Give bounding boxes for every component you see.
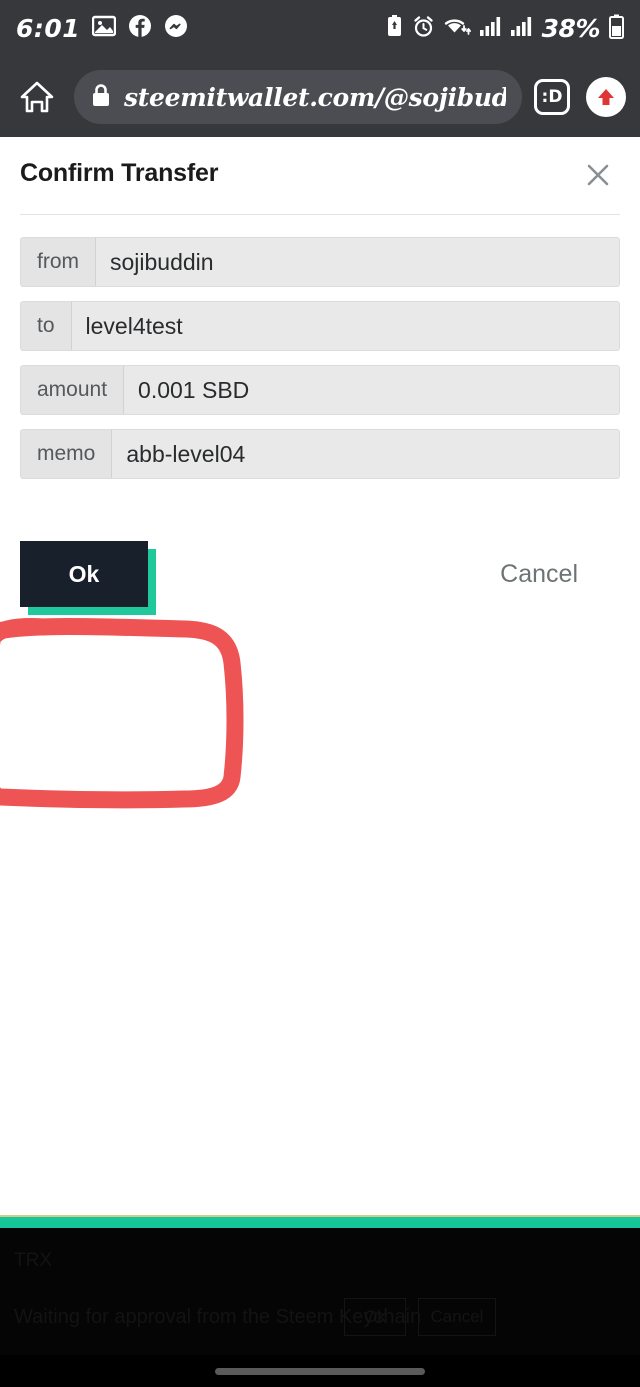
- field-value-from: sojibuddin: [110, 248, 214, 275]
- signal-2-icon: [510, 16, 533, 42]
- browser-toolbar: steemitwallet.com/@sojibuddi :D: [0, 57, 640, 137]
- status-time: 6:01: [16, 14, 81, 43]
- field-value-memo: abb-level04: [126, 440, 246, 467]
- home-icon[interactable]: [14, 80, 60, 114]
- alarm-icon: [412, 15, 435, 43]
- ok-button[interactable]: Ok: [20, 541, 148, 607]
- navigation-bar: [0, 1355, 640, 1387]
- field-label-memo: memo: [21, 430, 113, 478]
- signal-1-icon: [479, 16, 502, 42]
- lock-icon: [90, 82, 112, 113]
- dialog-header: Confirm Transfer: [0, 137, 640, 188]
- accent-bar: [0, 1215, 640, 1228]
- status-bar-right: 38%: [386, 14, 624, 44]
- field-row-from: from sojibuddin: [20, 237, 620, 287]
- transfer-fields: from sojibuddin to level4test amount 0.0…: [0, 215, 640, 479]
- upload-arrow-icon[interactable]: [586, 77, 626, 117]
- field-label-from: from: [21, 238, 96, 286]
- field-value-amount: 0.001 SBD: [138, 376, 250, 403]
- close-icon[interactable]: [578, 155, 618, 195]
- tab-counter-button[interactable]: :D: [534, 79, 570, 115]
- red-annotation-rectangle: [0, 618, 244, 809]
- gesture-pill[interactable]: [215, 1367, 425, 1375]
- tab-counter-label: :D: [541, 87, 563, 107]
- page-content: Confirm Transfer from sojibuddin to leve…: [0, 137, 640, 1217]
- field-label-amount: amount: [21, 366, 125, 414]
- footer-label: TRX: [14, 1250, 52, 1271]
- footer-cancel-button[interactable]: Cancel: [418, 1298, 496, 1336]
- footer-ok-button[interactable]: Ok: [344, 1298, 406, 1336]
- field-row-memo: memo abb-level04: [20, 429, 620, 479]
- photo-icon: [91, 15, 117, 42]
- url-text: steemitwallet.com/@sojibuddi: [124, 82, 506, 112]
- facebook-icon: [128, 14, 152, 43]
- field-label-to: to: [21, 302, 72, 350]
- status-bar: 6:01 38%: [0, 0, 640, 57]
- cancel-button[interactable]: Cancel: [500, 560, 578, 589]
- field-row-to: to level4test: [20, 301, 620, 351]
- messenger-icon: [164, 14, 188, 43]
- field-value-to: level4test: [85, 312, 183, 339]
- battery-percent-label: 38%: [541, 14, 601, 43]
- phone-screen: 6:01 38% steemitwallet.com/@sojibuddi:D…: [0, 0, 640, 1387]
- page-title: Confirm Transfer: [20, 159, 219, 187]
- battery-saver-icon: [386, 14, 403, 43]
- url-bar[interactable]: steemitwallet.com/@sojibuddi: [74, 70, 522, 124]
- dialog-actions: Ok Cancel: [0, 493, 640, 623]
- wifi-icon: [444, 15, 471, 42]
- footer-banner: TRX Waiting for approval from the Steem …: [0, 1228, 640, 1355]
- status-bar-left: 6:01: [16, 14, 188, 43]
- field-row-amount: amount 0.001 SBD: [20, 365, 620, 415]
- ok-button-wrapper: Ok: [20, 541, 156, 615]
- battery-icon: [609, 14, 624, 44]
